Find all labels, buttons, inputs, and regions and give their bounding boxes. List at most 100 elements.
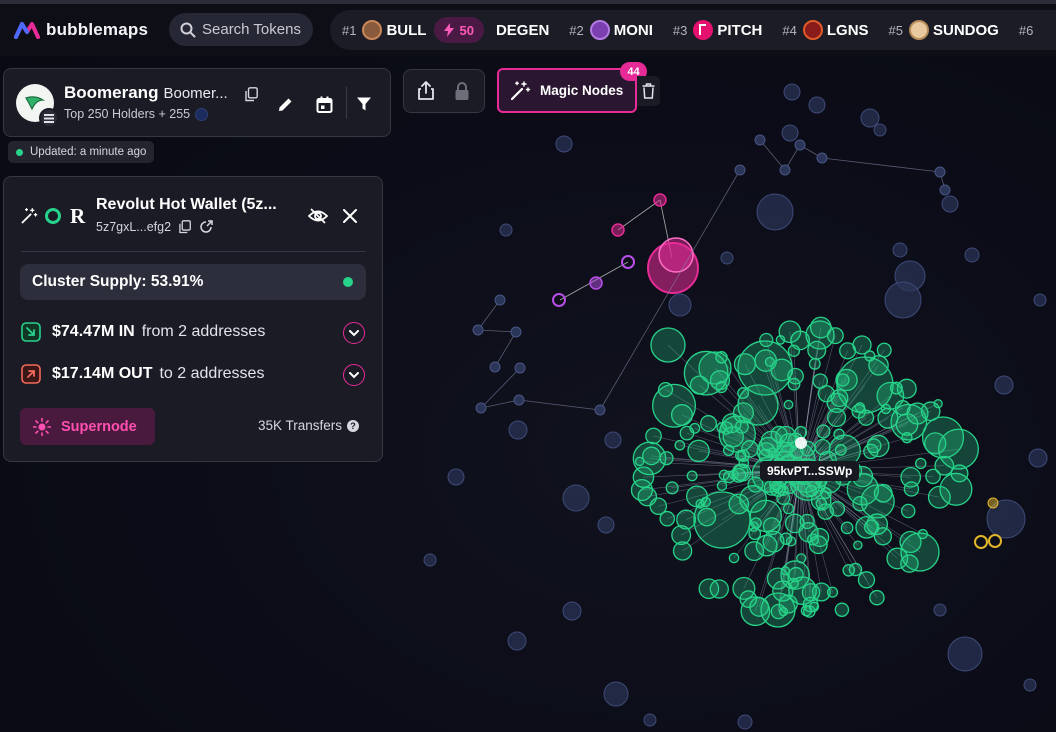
wallet-bubble[interactable] — [650, 327, 686, 363]
wallet-bubble[interactable] — [848, 562, 863, 577]
trending-item-lgns[interactable]: #4 LGNS — [782, 20, 869, 40]
wallet-bubble[interactable] — [494, 294, 506, 306]
wallet-bubble[interactable] — [674, 439, 686, 451]
center-node[interactable] — [795, 437, 807, 449]
trending-item-sundog[interactable]: #5 SUNDOG — [889, 20, 999, 40]
wallet-bubble[interactable] — [594, 404, 606, 416]
wallet-bubble[interactable] — [934, 166, 946, 178]
share-button[interactable] — [414, 79, 438, 103]
search-tokens-input[interactable]: Search Tokens — [169, 13, 313, 46]
trending-item-bull[interactable]: #1 BULL 50 — [342, 17, 484, 43]
wallet-bubble[interactable] — [900, 503, 916, 519]
wallet-bubble[interactable] — [869, 589, 885, 606]
wallet-bubble[interactable] — [687, 439, 710, 463]
wallet-bubble[interactable] — [816, 424, 831, 439]
lock-button[interactable] — [450, 79, 474, 103]
wallet-bubble[interactable] — [513, 394, 525, 406]
wallet-bubble[interactable] — [947, 636, 983, 672]
wallet-bubble[interactable] — [941, 195, 959, 213]
wallet-bubble[interactable] — [686, 470, 698, 482]
wallet-bubble[interactable] — [514, 362, 526, 374]
wallet-bubble[interactable] — [782, 503, 795, 515]
wallet-bubble[interactable] — [510, 326, 522, 338]
wallet-bubble[interactable] — [801, 583, 821, 602]
magic-nodes-button[interactable]: Magic Nodes — [497, 68, 637, 113]
wallet-bubble[interactable] — [737, 714, 753, 730]
wallet-bubble[interactable] — [735, 449, 747, 462]
wallet-bubble[interactable] — [653, 193, 667, 207]
wallet-bubble[interactable] — [1023, 678, 1037, 692]
wallet-bubble[interactable] — [643, 713, 657, 727]
wallet-bubble[interactable] — [816, 152, 828, 164]
wallet-bubble[interactable] — [671, 525, 692, 546]
wallet-bubble[interactable] — [716, 480, 728, 492]
wallet-bubble[interactable] — [718, 469, 730, 481]
wallet-bubble[interactable] — [760, 592, 796, 628]
wallet-bubble[interactable] — [806, 533, 820, 546]
wallet-bubble[interactable] — [805, 320, 835, 350]
wallet-bubble[interactable] — [860, 108, 880, 128]
wallet-bubble[interactable] — [994, 375, 1014, 395]
wallet-bubble[interactable] — [778, 320, 802, 344]
wallet-bubble[interactable] — [834, 602, 850, 617]
wallet-bubble[interactable] — [852, 335, 872, 355]
wallet-bubble[interactable] — [826, 586, 839, 598]
wallet-bubble[interactable] — [787, 377, 801, 391]
wallet-bubble[interactable] — [866, 438, 882, 454]
cluster-supply-row[interactable]: Cluster Supply: 53.91% — [20, 264, 366, 300]
wallet-bubble[interactable] — [754, 134, 766, 146]
date-picker-button[interactable] — [311, 91, 337, 117]
wallet-bubble[interactable] — [927, 485, 951, 509]
wallet-bubble[interactable] — [933, 603, 947, 617]
boost-badge[interactable]: 50 — [434, 17, 484, 43]
wallet-bubble[interactable] — [933, 399, 943, 409]
wallet-bubble[interactable] — [732, 576, 756, 600]
wallet-bubble[interactable] — [698, 578, 720, 600]
wallet-bubble[interactable] — [781, 124, 799, 142]
wallet-bubble[interactable] — [668, 293, 692, 317]
wallet-bubble[interactable] — [937, 428, 979, 470]
trending-item-pitch[interactable]: #3 PITCH — [673, 20, 762, 40]
wallet-bubble[interactable] — [489, 361, 501, 373]
expand-outflow-button[interactable] — [343, 364, 365, 386]
wallet-bubble[interactable] — [423, 553, 437, 567]
copy-address-button[interactable] — [179, 220, 191, 234]
wallet-bubble[interactable] — [756, 193, 794, 231]
wallet-bubble[interactable] — [840, 521, 854, 535]
wallet-bubble[interactable] — [499, 223, 513, 237]
wallet-bubble[interactable] — [562, 601, 582, 621]
wallet-bubble[interactable] — [611, 223, 625, 237]
wallet-bubble[interactable] — [665, 481, 679, 495]
wallet-bubble[interactable] — [475, 402, 487, 414]
open-explorer-button[interactable] — [199, 220, 213, 234]
wallet-bubble[interactable] — [900, 532, 940, 572]
wallet-bubble[interactable] — [800, 605, 813, 617]
wallet-bubble[interactable] — [552, 293, 566, 307]
wallet-bubble[interactable] — [508, 420, 528, 440]
expand-inflow-button[interactable] — [343, 322, 365, 344]
wallet-bubble[interactable] — [689, 422, 701, 434]
wallet-bubble[interactable] — [808, 96, 826, 114]
wallet-bubble[interactable] — [794, 425, 808, 439]
transfers-count[interactable]: 35K Transfers ? — [258, 418, 360, 433]
wallet-bubble[interactable] — [794, 139, 806, 151]
wallet-bubble[interactable] — [799, 513, 815, 530]
wallet-bubble[interactable] — [964, 247, 980, 263]
wallet-bubble[interactable] — [604, 431, 622, 449]
wallet-bubble[interactable] — [866, 513, 889, 536]
app-logo[interactable]: bubblemaps — [14, 20, 164, 40]
wallet-bubble[interactable] — [767, 447, 778, 458]
wallet-bubble[interactable] — [632, 466, 655, 488]
wallet-bubble[interactable] — [900, 466, 922, 488]
wallet-bubble[interactable] — [737, 384, 779, 426]
wallet-bubble[interactable] — [974, 535, 988, 549]
wallet-bubble[interactable] — [555, 135, 573, 153]
wallet-bubble[interactable] — [658, 237, 694, 273]
wallet-bubble[interactable] — [884, 281, 922, 319]
close-panel-button[interactable] — [340, 206, 360, 226]
wallet-bubble[interactable] — [853, 540, 863, 550]
wallet-bubble[interactable] — [876, 342, 892, 358]
trending-item-6[interactable]: #6 — [1019, 23, 1039, 38]
edit-button[interactable] — [272, 91, 298, 117]
wallet-bubble[interactable] — [698, 351, 732, 385]
